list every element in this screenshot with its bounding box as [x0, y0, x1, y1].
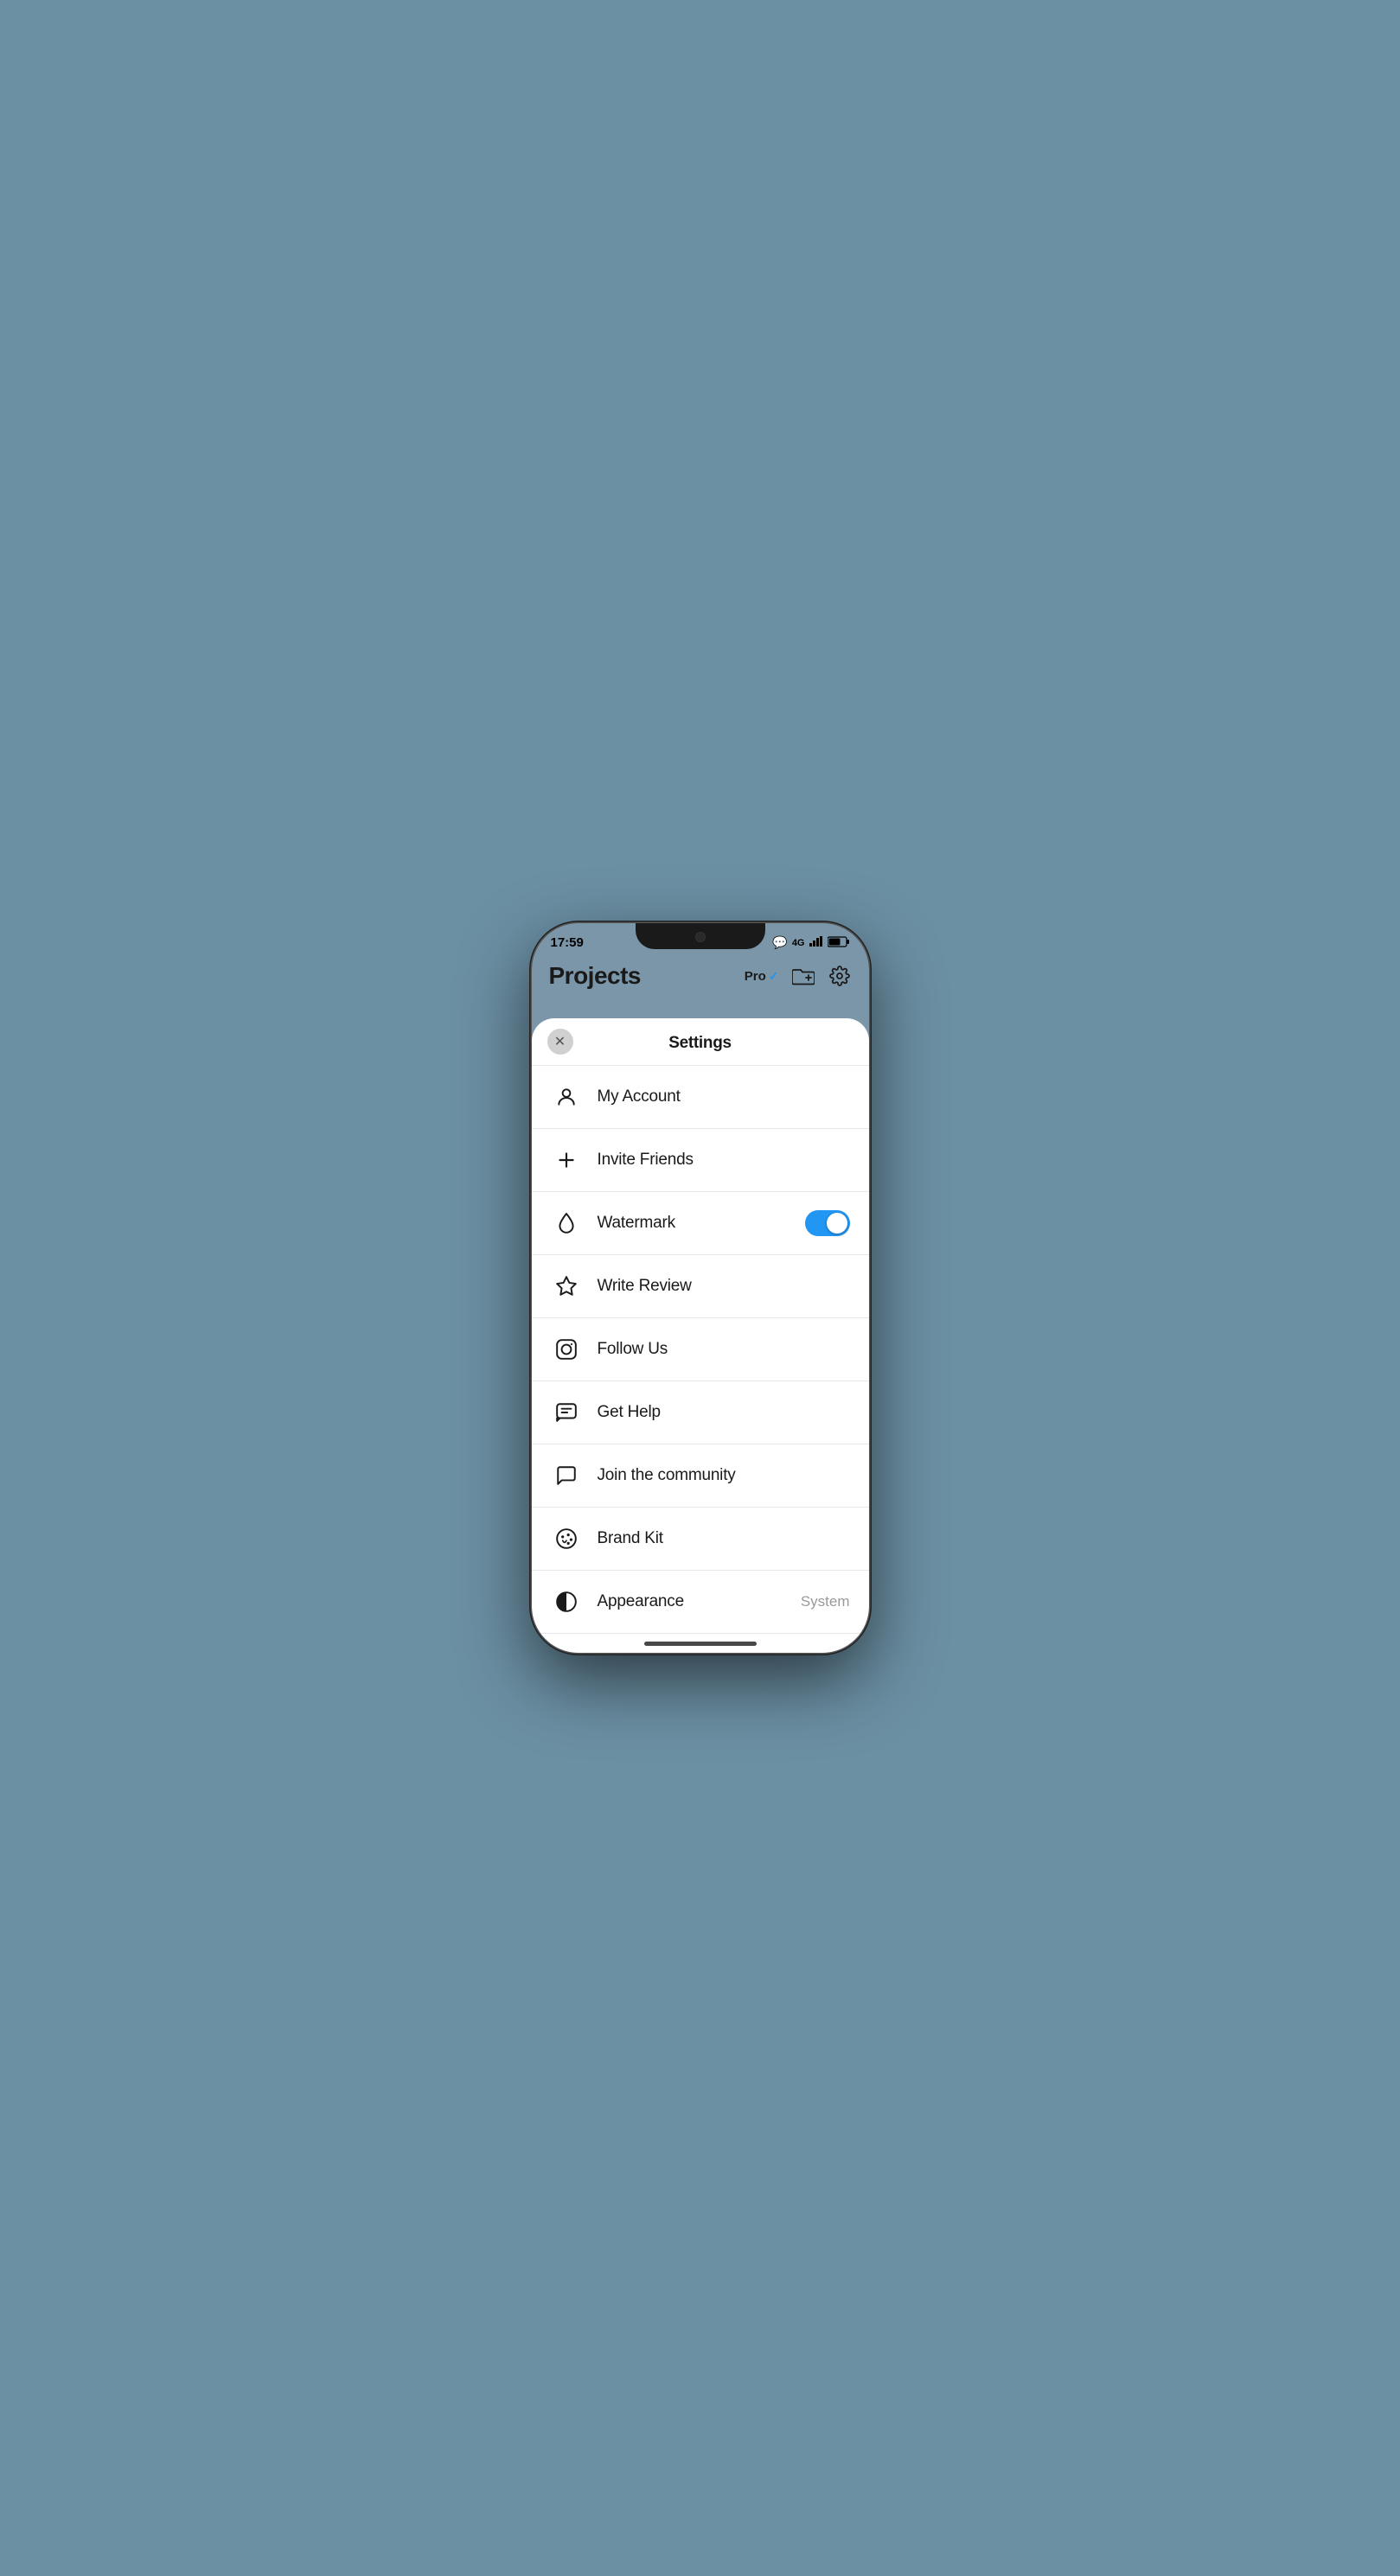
- watermark-label: Watermark: [598, 1214, 805, 1233]
- my-account-label: My Account: [598, 1087, 850, 1106]
- drop-icon: [551, 1208, 582, 1239]
- home-indicator: [644, 1642, 757, 1646]
- get-help-label: Get Help: [598, 1403, 850, 1422]
- settings-button[interactable]: [828, 964, 852, 988]
- close-icon: ✕: [554, 1033, 566, 1050]
- circle-half-icon: [551, 1586, 582, 1617]
- settings-item-write-review[interactable]: Write Review: [532, 1255, 869, 1318]
- settings-item-get-help[interactable]: Get Help: [532, 1381, 869, 1444]
- phone-frame: 17:59 💬 4G: [532, 923, 869, 1653]
- settings-item-my-account[interactable]: My Account: [532, 1066, 869, 1129]
- settings-item-appearance[interactable]: Appearance System: [532, 1571, 869, 1634]
- camera: [695, 932, 706, 942]
- invite-friends-label: Invite Friends: [598, 1151, 850, 1170]
- modal-title: Settings: [668, 1034, 732, 1053]
- join-community-label: Join the community: [598, 1466, 850, 1485]
- header-right: Pro ✓: [745, 964, 852, 988]
- notch: [636, 923, 765, 949]
- appearance-label: Appearance: [598, 1592, 801, 1611]
- star-icon: [551, 1271, 582, 1302]
- appearance-current-value: System: [801, 1593, 850, 1610]
- close-button[interactable]: ✕: [547, 1029, 573, 1055]
- signal-icon: [809, 936, 823, 949]
- whatsapp-icon: 💬: [772, 935, 787, 950]
- settings-list: My Account Invite Friends: [532, 1066, 869, 1648]
- write-review-label: Write Review: [598, 1277, 850, 1296]
- brand-kit-label: Brand Kit: [598, 1529, 850, 1548]
- phone-screen: 17:59 💬 4G: [532, 923, 869, 1653]
- app-title: Projects: [549, 962, 642, 990]
- plus-icon: [551, 1145, 582, 1176]
- status-time: 17:59: [551, 935, 584, 950]
- battery-icon: [828, 936, 850, 950]
- app-header: Projects Pro ✓: [532, 955, 869, 1002]
- pro-check-icon: ✓: [769, 969, 779, 984]
- settings-item-watermark[interactable]: Watermark: [532, 1192, 869, 1255]
- palette-icon: [551, 1523, 582, 1554]
- settings-item-invite-friends[interactable]: Invite Friends: [532, 1129, 869, 1192]
- settings-item-follow-us[interactable]: Follow Us: [532, 1318, 869, 1381]
- settings-modal: ✕ Settings My Account: [532, 1018, 869, 1653]
- instagram-icon: [551, 1334, 582, 1365]
- watermark-toggle[interactable]: [805, 1210, 850, 1236]
- network-label: 4G: [792, 938, 805, 948]
- status-icons: 💬 4G: [772, 935, 849, 950]
- chat-bubble-icon: [551, 1397, 582, 1428]
- chat-double-icon: [551, 1460, 582, 1491]
- settings-item-brand-kit[interactable]: Brand Kit: [532, 1508, 869, 1571]
- pro-label: Pro: [745, 969, 766, 984]
- watermark-toggle-container[interactable]: [805, 1210, 850, 1236]
- follow-us-label: Follow Us: [598, 1340, 850, 1359]
- toggle-thumb: [827, 1213, 847, 1234]
- person-icon: [551, 1081, 582, 1113]
- settings-item-join-community[interactable]: Join the community: [532, 1444, 869, 1508]
- new-folder-button[interactable]: [791, 964, 815, 988]
- modal-header: ✕ Settings: [532, 1018, 869, 1066]
- pro-badge[interactable]: Pro ✓: [745, 969, 779, 984]
- appearance-value: System: [801, 1593, 850, 1610]
